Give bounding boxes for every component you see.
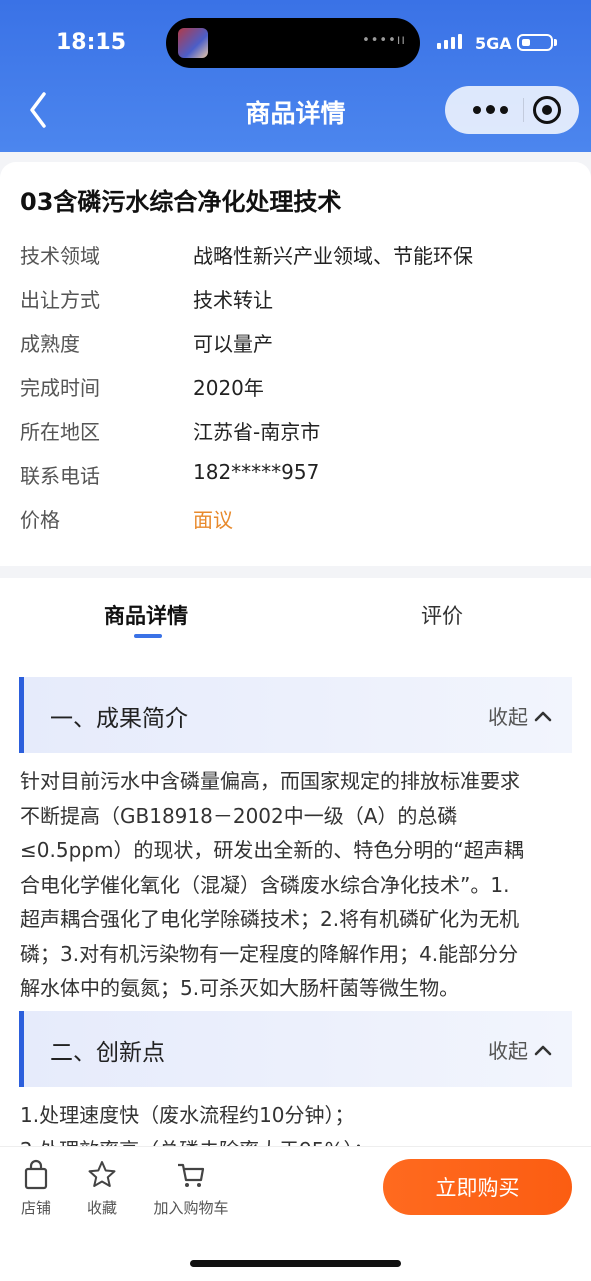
collapse-toggle[interactable]: 收起 (488, 701, 552, 730)
network-label: 5GA (475, 34, 512, 53)
section-body-innovation: 1.处理速度快（废水流程约10分钟）； 2.处理效率高（总磷去除率大于95%）； (20, 1098, 576, 1146)
phone-value[interactable]: 182*****957 (193, 460, 319, 484)
collapse-label: 收起 (488, 705, 528, 729)
product-info-card: 03含磷污水综合净化处理技术 技术领域 战略性新兴产业领域、节能环保 出让方式 … (0, 162, 591, 566)
star-icon (88, 1161, 116, 1187)
store-bag-icon (24, 1159, 48, 1190)
battery-icon (517, 34, 553, 51)
chevron-up-icon (534, 711, 552, 721)
header: 18:15 ••••ıı 5GA 商品详情 (0, 0, 591, 152)
close-miniapp-icon[interactable] (533, 96, 561, 124)
info-label: 完成时间 (20, 376, 100, 400)
info-label: 成熟度 (20, 332, 80, 356)
home-indicator (190, 1260, 401, 1267)
section-body-summary: 针对目前污水中含磷量偏高，而国家规定的排放标准要求 不断提高（GB18918－2… (20, 764, 576, 1006)
text-line: 针对目前污水中含磷量偏高，而国家规定的排放标准要求 (20, 769, 520, 793)
info-label: 价格 (20, 508, 60, 532)
info-label: 联系电话 (20, 464, 100, 488)
section-header-summary: 一、成果简介 收起 (19, 677, 572, 753)
favorite-label: 收藏 (86, 1199, 117, 1217)
info-value: 2020年 (193, 376, 264, 400)
info-label: 技术领域 (20, 244, 100, 268)
text-line: 解水体中的氨氮；5.可杀灭如大肠杆菌等微生物。 (20, 976, 460, 1000)
store-button[interactable]: 店铺 (18, 1159, 54, 1218)
text-line: 合电化学催化氧化（混凝）含磷废水综合净化技术”。1. (20, 872, 510, 897)
detail-panel: 商品详情 评价 一、成果简介 收起 针对目前污水中含磷量偏高，而国家规定的排放标… (0, 578, 591, 1146)
miniapp-capsule (445, 86, 579, 134)
add-cart-label: 加入购物车 (153, 1199, 229, 1217)
tab-active-indicator (134, 634, 162, 638)
tab-product-detail[interactable]: 商品详情 (104, 600, 188, 630)
info-value: 战略性新兴产业领域、节能环保 (193, 244, 473, 268)
section-title: 一、成果简介 (50, 706, 188, 732)
text-line: 2.处理效率高（总磷去除率大于95%）； (20, 1133, 576, 1147)
status-time: 18:15 (56, 30, 127, 55)
info-label: 出让方式 (20, 288, 100, 312)
signal-icon (437, 34, 462, 49)
collapse-label: 收起 (488, 1039, 528, 1063)
add-cart-button[interactable]: 加入购物车 (150, 1159, 232, 1218)
text-line: 1.处理速度快（废水流程约10分钟）； (20, 1103, 355, 1127)
store-label: 店铺 (20, 1199, 51, 1217)
favorite-button[interactable]: 收藏 (84, 1159, 120, 1218)
collapse-toggle[interactable]: 收起 (488, 1035, 552, 1064)
bottom-action-bar: 店铺 收藏 加入购物车 立即购买 (0, 1146, 591, 1281)
text-line: 超声耦合强化了电化学除磷技术；2.将有机磷矿化为无机 (20, 907, 520, 931)
info-value: 可以量产 (193, 332, 273, 356)
buy-now-button[interactable]: 立即购买 (383, 1159, 572, 1215)
battery-tip (554, 39, 557, 46)
cart-icon (178, 1163, 205, 1187)
text-line: 磷；3.对有机污染物有一定程度的降解作用；4.能部分分 (20, 941, 519, 966)
info-label: 所在地区 (20, 420, 100, 444)
audio-wave-icon: ••••ıı (362, 33, 406, 48)
more-icon[interactable] (473, 105, 509, 114)
price-value: 面议 (193, 508, 233, 532)
section-title: 二、创新点 (50, 1040, 165, 1066)
text-line: ≤0.5ppm）的现状，研发出全新的、特色分明的“超声耦 (20, 838, 524, 862)
capsule-divider (523, 98, 524, 122)
text-line: 不断提高（GB18918－2002中一级（A）的总磷 (20, 803, 458, 828)
product-title: 03含磷污水综合净化处理技术 (20, 188, 342, 216)
chevron-up-icon (534, 1045, 552, 1055)
tab-review[interactable]: 评价 (421, 600, 463, 630)
media-thumbnail-icon (178, 28, 208, 58)
info-value: 江苏省-南京市 (193, 420, 321, 444)
dynamic-island: ••••ıı (166, 18, 420, 68)
section-header-innovation: 二、创新点 收起 (19, 1011, 572, 1087)
info-value: 技术转让 (193, 288, 273, 312)
